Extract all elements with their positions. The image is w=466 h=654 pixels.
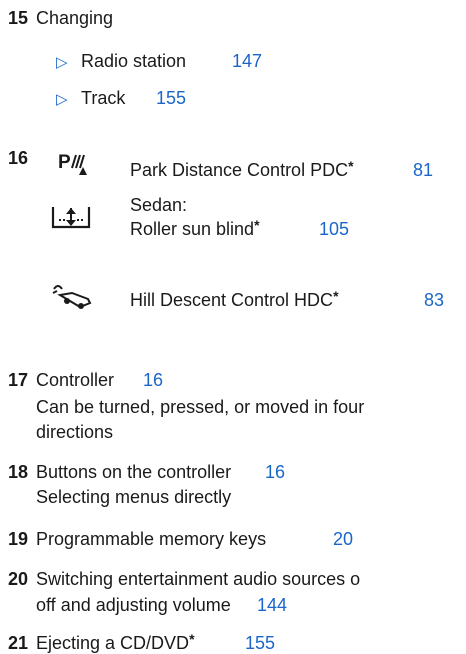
page-link[interactable]: 155 xyxy=(156,88,186,109)
item-description: Can be turned, pressed, or moved in four xyxy=(36,397,365,417)
item-title: Changing xyxy=(36,8,114,28)
page-link[interactable]: 144 xyxy=(257,595,287,616)
entry-text: Roller sun blind* xyxy=(130,217,260,239)
item-title: Ejecting a CD/DVD* xyxy=(36,631,195,653)
item-number: 19 xyxy=(8,529,29,549)
svg-text:P: P xyxy=(58,152,71,173)
triangle-bullet-icon: ▷ xyxy=(56,54,68,71)
page-link[interactable]: 20 xyxy=(333,529,353,550)
page-link[interactable]: 81 xyxy=(413,160,433,181)
item-title: Programmable memory keys xyxy=(36,529,267,549)
park-distance-control-icon: P xyxy=(58,149,94,179)
item-title: Buttons on the controller xyxy=(36,462,232,482)
entry-text: Park Distance Control PDC* xyxy=(130,158,354,180)
item-title: Controller xyxy=(36,370,115,390)
page-link[interactable]: 16 xyxy=(143,370,163,391)
triangle-bullet-icon: ▷ xyxy=(56,91,68,108)
item-number: 18 xyxy=(8,462,29,482)
page-link[interactable]: 105 xyxy=(319,219,349,240)
item-description: directions xyxy=(36,422,114,442)
page-link[interactable]: 83 xyxy=(424,290,444,311)
item-number: 21 xyxy=(8,633,29,653)
hill-descent-control-icon xyxy=(50,281,92,311)
page-link[interactable]: 147 xyxy=(232,51,262,72)
item-description: Selecting menus directly xyxy=(36,487,232,507)
item-number: 17 xyxy=(8,370,29,390)
item-number: 16 xyxy=(8,148,29,168)
item-number: 20 xyxy=(8,569,29,589)
entry-prefix: Sedan: xyxy=(130,195,188,215)
sub-item-label: Track xyxy=(81,88,126,108)
sub-item-label: Radio station xyxy=(81,51,187,71)
entry-text: Hill Descent Control HDC* xyxy=(130,288,339,310)
item-number: 15 xyxy=(8,8,29,28)
page-link[interactable]: 155 xyxy=(245,633,275,654)
roller-sun-blind-icon xyxy=(51,203,91,231)
item-title-continued: off and adjusting volume xyxy=(36,595,231,615)
item-title: Switching entertainment audio sources o xyxy=(36,569,361,589)
page-link[interactable]: 16 xyxy=(265,462,285,483)
